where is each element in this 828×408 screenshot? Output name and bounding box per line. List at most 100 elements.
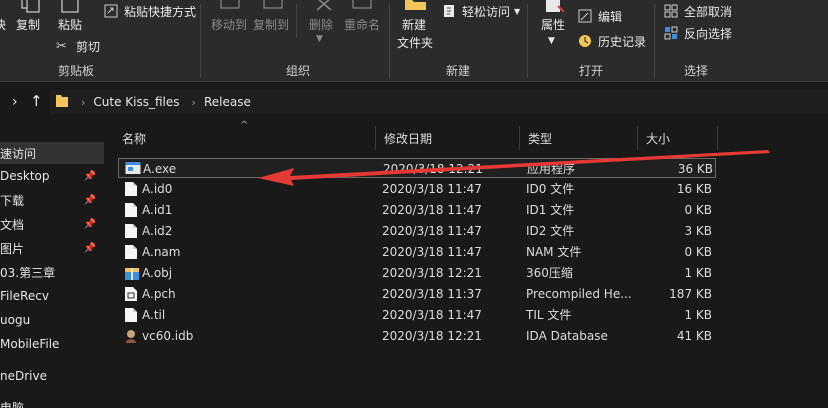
file-row[interactable]: A.exe 2020/3/18 12:21 应用程序 36 KB [118,158,716,178]
rename-icon [352,0,376,14]
invert-selection-button[interactable]: 反向选择 [664,25,732,42]
ribbon-divider [389,4,390,78]
easy-access-label: 轻松访问 [462,5,511,19]
select-group-label: 选择 [684,64,709,78]
file-size: 187 KB [669,287,712,301]
file-name: A.id2 [142,224,173,238]
copy-label: 复制 [16,18,41,32]
new-group-label: 新建 [446,64,471,78]
new-folder-button[interactable]: 新建 [402,16,426,33]
folder-icon [55,93,69,112]
column-header-modified[interactable]: 修改日期 [376,126,520,150]
clipboard-group-label: 剪贴板 [58,64,95,78]
file-type: 360压缩 [526,266,573,280]
file-modified: 2020/3/18 11:47 [382,308,482,322]
file-name: A.exe [143,162,177,176]
cut-button[interactable]: ✂ 剪切 [56,38,100,55]
select-none-label: 全部取消 [684,5,733,19]
ribbon-divider [296,4,297,38]
ribbon-divider [527,4,528,78]
nav-item-this-pc[interactable]: 电脑 [0,396,104,408]
address-bar[interactable]: › Cute Kiss_files › Release [50,90,828,114]
new-folder-label-line1: 新建 [402,18,427,32]
file-name: A.obj [142,266,173,280]
nav-item-pictures[interactable]: 图片 📌 [0,237,104,259]
edit-icon [578,9,594,25]
column-header-size[interactable]: 大小 [638,126,718,150]
file-icon [124,244,138,260]
nav-item-label: uogu [0,313,31,327]
nav-item-luogu[interactable]: uogu [0,309,104,331]
ribbon-divider [200,4,201,78]
file-icon [124,223,138,239]
nav-item-documents[interactable]: 文档 📌 [0,213,104,235]
move-to-icon [220,0,244,14]
new-folder-button-line2[interactable]: 文件夹 [397,34,433,51]
nav-item-desktop[interactable]: Desktop 📌 [0,165,104,187]
move-to-button[interactable]: 移动到 [211,16,247,33]
file-row[interactable]: vc60.idb 2020/3/18 12:21 IDA Database 41 KB [118,326,716,346]
properties-dropdown-chevron-icon[interactable]: ▼ [548,36,555,46]
select-none-button[interactable]: 全部取消 [664,3,732,20]
rename-button[interactable]: 重命名 [344,16,380,33]
nav-item-onedrive[interactable]: neDrive [0,365,104,387]
properties-button[interactable]: 属性 [541,16,565,33]
file-name: A.pch [142,287,176,301]
file-type: ID0 文件 [526,182,575,196]
new-folder-label-line2: 文件夹 [397,36,434,50]
copy-to-button[interactable]: 复制到 [253,16,289,33]
select-none-icon [664,4,680,20]
history-icon [578,34,594,50]
expand-chevron-icon[interactable]: › [12,94,18,110]
copy-button[interactable]: 复制 [16,16,40,33]
file-row[interactable]: A.obj 2020/3/18 12:21 360压缩 1 KB [118,263,716,283]
file-size: 16 KB [676,182,712,196]
delete-label: 删除 [309,18,334,32]
nav-item-downloads[interactable]: 下载 📌 [0,189,104,211]
up-arrow-icon[interactable]: ↑ [30,92,43,110]
column-header-label: 类型 [528,131,553,146]
edit-button[interactable]: 编辑 [578,8,622,25]
column-header-row: 名称 修改日期 类型 大小 [114,126,828,150]
ida-icon [124,328,138,344]
pin-to-quick-access-button[interactable]: 快 [0,16,6,33]
file-size: 36 KB [677,162,713,176]
nav-item-filerecv[interactable]: FileRecv [0,285,104,307]
nav-item-label: FileRecv [0,289,49,303]
history-button[interactable]: 历史记录 [578,33,646,50]
nav-item-label: 下载 [0,193,25,208]
paste-button[interactable]: 粘贴 [58,16,82,33]
copy-to-icon [263,0,287,14]
paste-shortcut-label: 粘贴快捷方式 [124,5,197,19]
nav-item-mobilefile[interactable]: MobileFile [0,333,104,355]
column-header-type[interactable]: 类型 [520,126,638,150]
breadcrumb-separator: › [191,95,196,109]
invert-selection-label: 反向选择 [684,27,733,41]
paste-shortcut-icon [104,4,120,20]
organize-group-label: 组织 [286,64,311,78]
file-row[interactable]: A.id0 2020/3/18 11:47 ID0 文件 16 KB [118,179,716,199]
paste-shortcut-button[interactable]: 粘贴快捷方式 [104,3,196,20]
delete-dropdown-chevron-icon[interactable]: ▼ [316,34,323,44]
file-row[interactable]: A.pch 2020/3/18 11:37 Precompiled He... 187… [118,284,716,304]
file-row[interactable]: A.id1 2020/3/18 11:47 ID1 文件 0 KB [118,200,716,220]
file-modified: 2020/3/18 11:47 [382,182,482,196]
column-header-name[interactable]: 名称 [114,126,376,150]
breadcrumb-item[interactable]: Cute Kiss_files [93,95,179,109]
nav-item-quick-access[interactable]: 速访问 [0,142,104,164]
new-folder-icon [404,0,428,16]
pin-icon: 📌 [83,242,96,254]
file-icon [124,181,138,197]
column-header-label: 名称 [122,131,147,146]
file-icon [124,202,138,218]
file-row[interactable]: A.id2 2020/3/18 11:47 ID2 文件 3 KB [118,221,716,241]
file-row[interactable]: A.nam 2020/3/18 11:47 NAM 文件 0 KB [118,242,716,262]
file-name: A.til [142,308,166,322]
easy-access-icon [442,4,458,20]
delete-button[interactable]: 删除 [309,16,333,33]
nav-item-label: 速访问 [0,146,37,161]
file-row[interactable]: A.til 2020/3/18 11:47 TIL 文件 1 KB [118,305,716,325]
nav-item-chapter3[interactable]: 03.第三章 [0,261,104,283]
easy-access-button[interactable]: 轻松访问 ▼ [442,3,520,20]
breadcrumb-item[interactable]: Release [204,95,251,109]
